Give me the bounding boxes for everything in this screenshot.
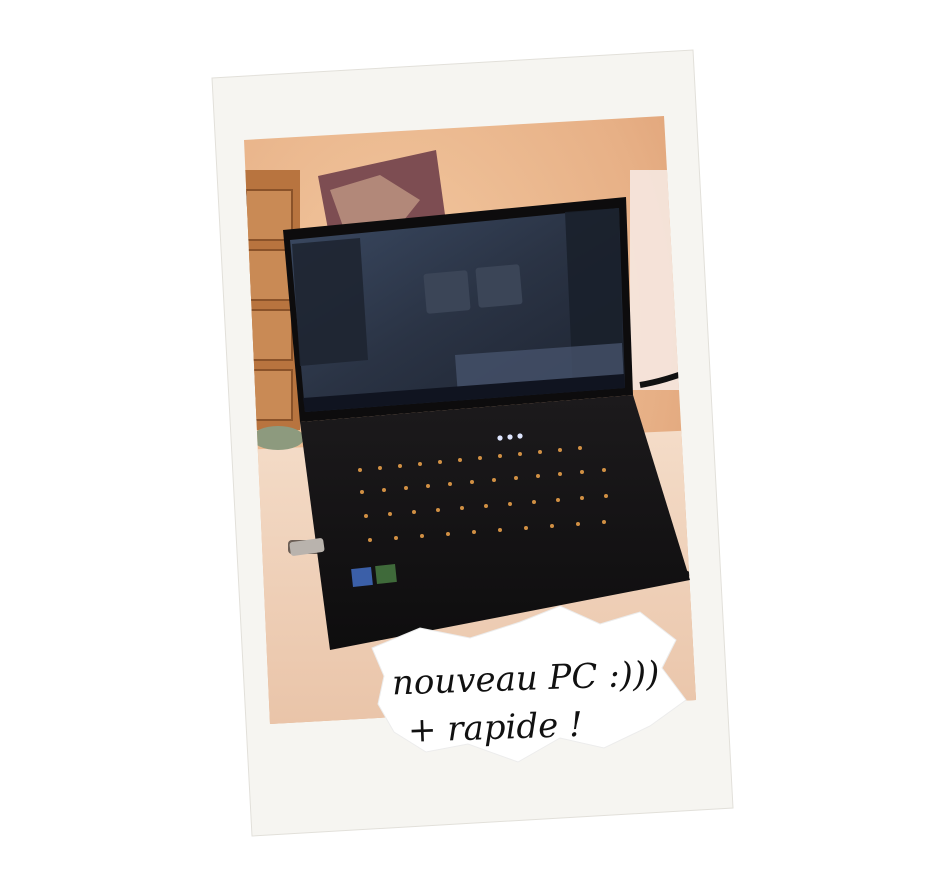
laptop-sticker: [351, 567, 373, 587]
caption-line-2: + rapide !: [407, 705, 583, 751]
polaroid-photo: nouveau PC :))) + rapide !: [211, 49, 734, 837]
laptop-sticker: [375, 564, 397, 584]
decor-object: [252, 426, 304, 450]
